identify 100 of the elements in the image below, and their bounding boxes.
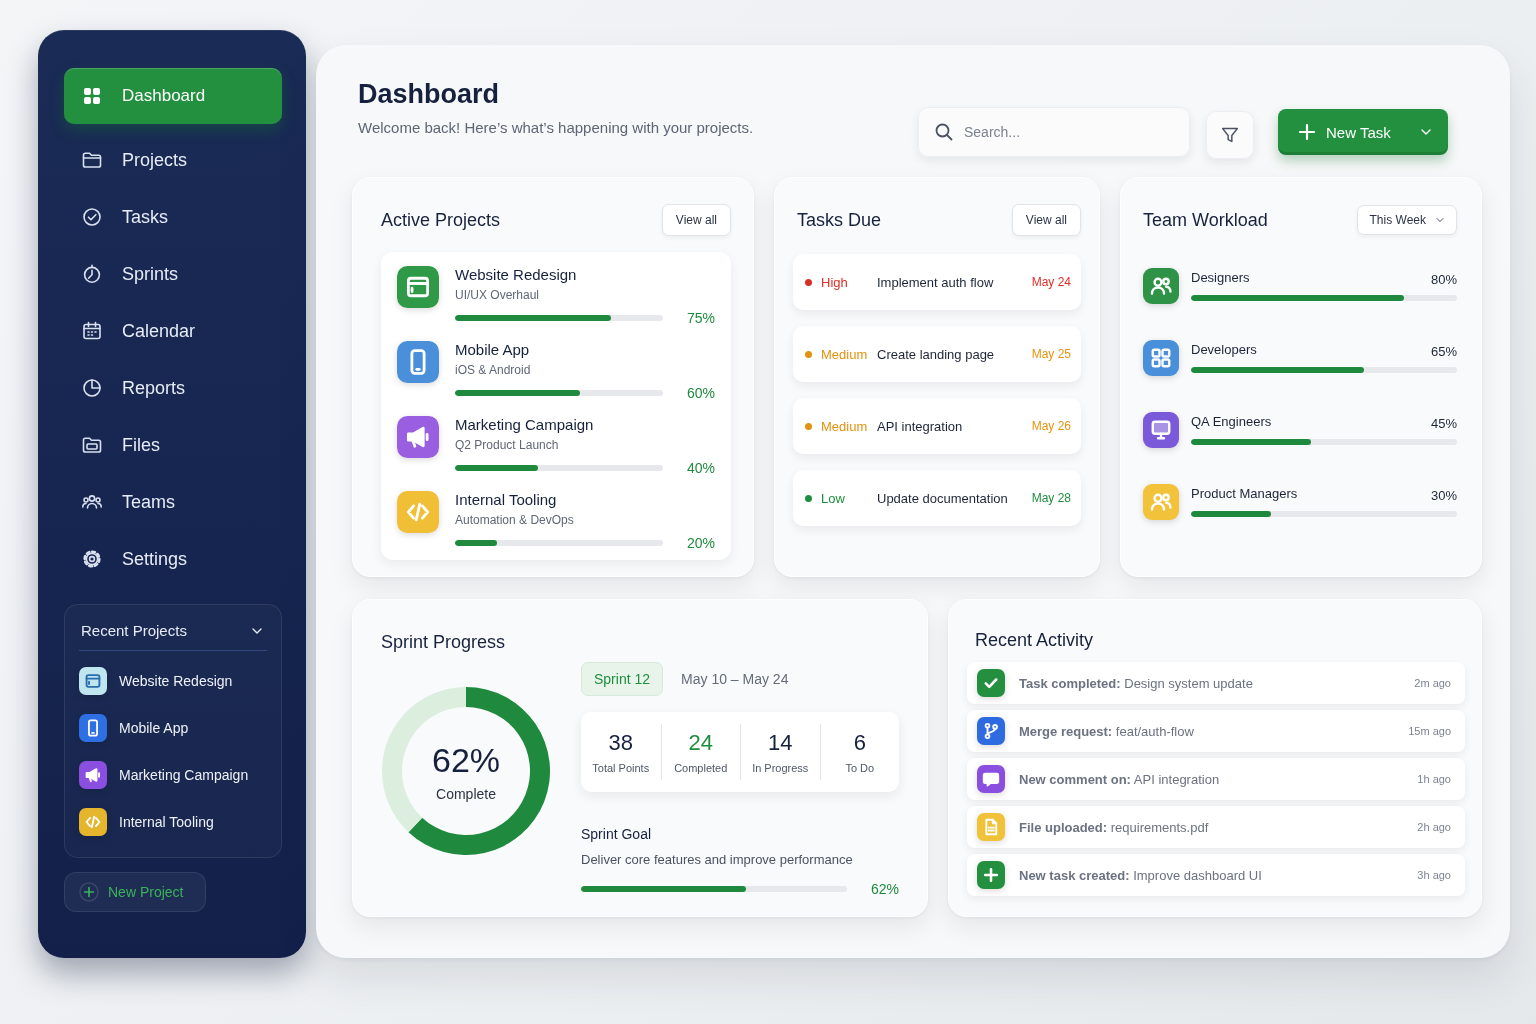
project-subtitle: iOS & Android xyxy=(455,363,532,377)
stat-value: 24 xyxy=(688,730,713,756)
period-dropdown[interactable]: This Week xyxy=(1356,205,1457,235)
recent-projects-toggle[interactable]: Recent Projects xyxy=(79,611,267,651)
card-title: Team Workload xyxy=(1143,209,1268,231)
priority-label: High xyxy=(821,274,849,290)
team-name: QA Engineers xyxy=(1191,414,1272,429)
team-name: Developers xyxy=(1191,342,1257,357)
due-date: May 26 xyxy=(1031,419,1071,433)
view-all-button[interactable]: View all xyxy=(1011,204,1081,236)
team-name: Designers xyxy=(1191,270,1250,285)
recent-project-item[interactable]: Mobile App xyxy=(79,704,267,751)
goal-description: Deliver core features and improve performance xyxy=(581,852,854,867)
progress-percent: 62% xyxy=(869,881,899,897)
stat-value: 14 xyxy=(768,730,793,756)
new-project-button[interactable]: New Project xyxy=(64,872,207,912)
card-title: Sprint Progress xyxy=(381,631,506,653)
progress-percent: 60% xyxy=(685,385,715,401)
activity-text: New task created: Improve dashboard UI xyxy=(1019,867,1263,883)
due-date: May 24 xyxy=(1031,275,1071,289)
workload-percent: 45% xyxy=(1430,416,1457,431)
project-name: Mobile App xyxy=(455,341,531,358)
stat-label: Completed xyxy=(674,762,728,774)
check-circle-icon xyxy=(80,205,104,229)
project-subtitle: UI/UX Overhaul xyxy=(455,288,541,302)
progress-percent: 20% xyxy=(685,535,715,551)
task-row[interactable]: Medium API integration May 26 xyxy=(793,398,1081,454)
stat-label: In Progress xyxy=(752,762,809,774)
card-title: Tasks Due xyxy=(796,209,882,231)
filter-button[interactable] xyxy=(1206,111,1254,159)
activity-row[interactable]: Merge request: feat/auth-flow 15m ago xyxy=(967,710,1465,752)
stat-value: 38 xyxy=(608,730,633,756)
due-date: May 28 xyxy=(1031,491,1071,505)
nav-item[interactable]: Teams xyxy=(64,474,282,530)
project-subtitle: Automation & DevOps xyxy=(455,513,575,527)
stat-label: Total Points xyxy=(592,762,650,774)
plus-circle-icon xyxy=(79,882,99,902)
view-all-button[interactable]: View all xyxy=(661,204,731,236)
task-title: Implement auth flow xyxy=(877,274,995,290)
nav-item[interactable]: Projects xyxy=(64,132,282,188)
page-title: Dashboard xyxy=(358,79,501,110)
activity-text: Merge request: feat/auth-flow xyxy=(1019,723,1195,739)
task-row[interactable]: Low Update documentation May 28 xyxy=(793,470,1081,526)
recent-project-item[interactable]: Internal Tooling xyxy=(79,798,267,845)
stat-label: To Do xyxy=(845,762,875,774)
workload-percent: 30% xyxy=(1430,488,1457,503)
project-name: Internal Tooling xyxy=(455,491,558,508)
activity-time: 15m ago xyxy=(1408,725,1451,737)
task-title: API integration xyxy=(877,418,964,434)
project-name: Website Redesign xyxy=(455,266,578,283)
priority-label: Low xyxy=(821,490,846,506)
activity-time: 3h ago xyxy=(1417,869,1451,881)
progress-percent: 40% xyxy=(685,460,715,476)
nav-item[interactable]: Tasks xyxy=(64,189,282,245)
sprint-tag: Sprint 12 xyxy=(581,662,664,696)
activity-time: 1h ago xyxy=(1417,773,1451,785)
card-title: Recent Activity xyxy=(974,629,1094,651)
search-field[interactable]: Search... xyxy=(918,107,1190,157)
recent-project-item[interactable]: Website Redesign xyxy=(79,657,267,704)
activity-row[interactable]: New task created: Improve dashboard UI 3h ago xyxy=(967,854,1465,896)
nav-item[interactable]: Calendar xyxy=(64,303,282,359)
progress-percent: 75% xyxy=(685,310,715,326)
pie-chart-icon xyxy=(80,376,104,400)
team-name: Product Managers xyxy=(1191,486,1298,501)
new-task-button[interactable]: New Task xyxy=(1278,109,1448,155)
nav-item[interactable]: Settings xyxy=(64,531,282,587)
nav-item[interactable]: Sprints xyxy=(64,246,282,302)
priority-label: Medium xyxy=(821,418,869,434)
project-subtitle: Q2 Product Launch xyxy=(455,438,560,452)
search-icon xyxy=(934,122,954,142)
activity-row[interactable]: Task completed: Design system update 2m ago xyxy=(967,662,1465,704)
nav-item[interactable]: Files xyxy=(64,417,282,473)
sprint-dates: May 10 – May 24 xyxy=(681,671,789,687)
task-row[interactable]: Medium Create landing page May 25 xyxy=(793,326,1081,382)
activity-text: New comment on: API integration xyxy=(1019,771,1221,787)
nav-item[interactable]: Dashboard xyxy=(64,68,282,124)
page-subtitle: Welcome back! Here’s what’s happening with your projects. xyxy=(358,119,755,136)
recent-project-item[interactable]: Marketing Campaign xyxy=(79,751,267,798)
plus-icon xyxy=(1298,123,1316,141)
project-name: Marketing Campaign xyxy=(455,416,595,433)
task-title: Create landing page xyxy=(877,346,996,362)
activity-time: 2h ago xyxy=(1417,821,1451,833)
workload-percent: 80% xyxy=(1430,272,1457,287)
due-date: May 25 xyxy=(1031,347,1071,361)
nav-item[interactable]: Reports xyxy=(64,360,282,416)
stat-value: 6 xyxy=(853,730,866,756)
activity-text: Task completed: Design system update xyxy=(1019,675,1254,691)
activity-time: 2m ago xyxy=(1414,677,1451,689)
goal-title: Sprint Goal xyxy=(581,826,653,842)
activity-text: File uploaded: requirements.pdf xyxy=(1019,819,1210,835)
progress-caption: Complete xyxy=(436,785,496,802)
task-title: Update documentation xyxy=(877,490,1009,506)
card-title: Active Projects xyxy=(381,209,501,231)
workload-percent: 65% xyxy=(1430,344,1457,359)
task-row[interactable]: High Implement auth flow May 24 xyxy=(793,254,1081,310)
progress-percent: 62% xyxy=(431,740,501,780)
priority-label: Medium xyxy=(821,346,869,362)
activity-row[interactable]: New comment on: API integration 1h ago xyxy=(967,758,1465,800)
settings-icon xyxy=(80,547,104,571)
activity-row[interactable]: File uploaded: requirements.pdf 2h ago xyxy=(967,806,1465,848)
